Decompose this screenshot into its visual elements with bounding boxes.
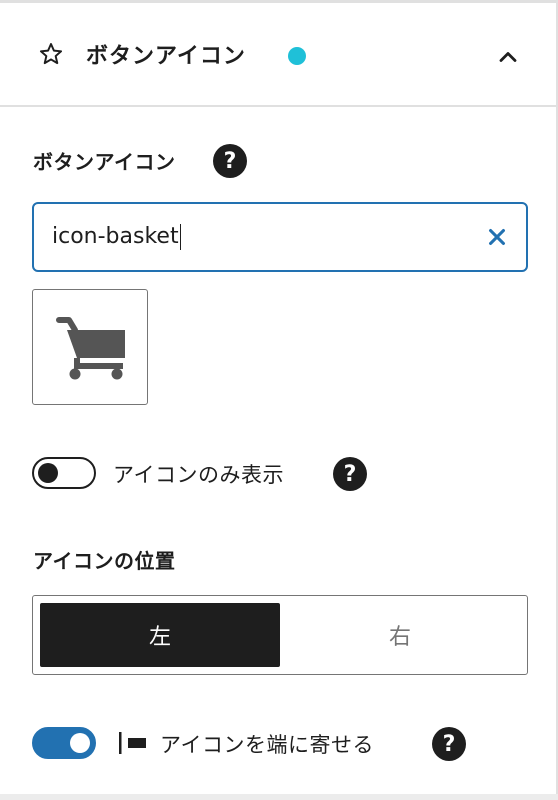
edge-align-toggle[interactable] <box>32 727 96 759</box>
icon-name-input[interactable]: icon-basket <box>32 202 528 272</box>
toggle-knob <box>70 733 90 753</box>
close-icon[interactable] <box>486 226 508 248</box>
help-icon[interactable]: ? <box>333 457 367 491</box>
chevron-up-icon[interactable] <box>494 43 522 71</box>
position-left-button[interactable]: 左 <box>40 603 280 667</box>
icon-position-segmented-control: 左 右 <box>32 595 528 675</box>
shopping-cart-icon <box>56 317 125 380</box>
status-dot <box>288 47 306 65</box>
bottom-divider <box>0 794 558 800</box>
align-edge-icon <box>119 732 146 754</box>
help-icon[interactable]: ? <box>213 144 247 178</box>
edge-align-label: アイコンを端に寄せる <box>160 733 374 757</box>
icon-preview <box>32 289 148 405</box>
panel-header[interactable]: ボタンアイコン <box>0 3 556 107</box>
icon-only-toggle[interactable] <box>32 457 96 489</box>
icon-name-value: icon-basket <box>52 224 182 250</box>
button-icon-label: ボタンアイコン <box>33 150 176 174</box>
position-right-button[interactable]: 右 <box>280 603 520 667</box>
star-outline-icon <box>39 43 63 65</box>
toggle-knob <box>38 463 58 483</box>
icon-position-label: アイコンの位置 <box>33 549 176 573</box>
icon-only-label: アイコンのみ表示 <box>113 463 284 487</box>
help-icon[interactable]: ? <box>432 727 466 761</box>
panel-title: ボタンアイコン <box>86 44 246 69</box>
